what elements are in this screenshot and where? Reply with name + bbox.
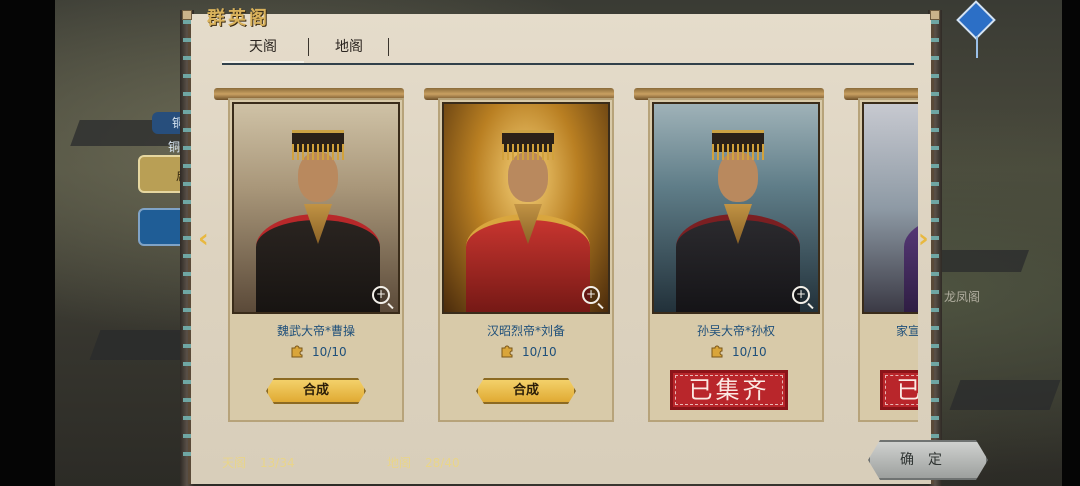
magnifier-plus-icon[interactable]: + <box>372 286 390 304</box>
fragment-progress: 10/10 <box>522 345 557 359</box>
portrait-crown-beads <box>712 144 764 160</box>
puzzle-piece-icon <box>711 345 723 358</box>
hero-card[interactable]: 家宣 已 <box>844 86 918 424</box>
collected-stamp: 已集齐 <box>670 370 788 410</box>
card-frame: + 魏武大帝*曹操 10/10 合成 <box>228 98 404 422</box>
hero-name: 魏武大帝*曹操 <box>276 324 355 338</box>
hero-card-list: + 魏武大帝*曹操 10/10 合成 + 汉昭烈帝*刘备 10/10 合成 + … <box>214 86 918 426</box>
hero-name: 孙吴大帝*孙权 <box>696 324 775 338</box>
hero-portrait[interactable]: + <box>652 102 820 314</box>
magnifier-plus-icon[interactable]: + <box>582 286 600 304</box>
tab-tiange[interactable]: 天阁 <box>222 34 304 64</box>
tab-underline <box>222 63 914 65</box>
fragment-progress: 10/10 <box>312 345 347 359</box>
card-frame: + 孙吴大帝*孙权 10/10 已集齐 <box>648 98 824 422</box>
hero-portrait[interactable]: + <box>442 102 610 314</box>
fragment-progress: 10/10 <box>732 345 767 359</box>
scroll-rod-decoration <box>183 20 191 470</box>
background-roof <box>949 380 1061 410</box>
kite-tail <box>976 36 978 58</box>
panel-title: 群英阁 <box>207 8 270 29</box>
chevron-left-icon[interactable]: ‹ <box>198 226 212 254</box>
card-frame: + 汉昭烈帝*刘备 10/10 合成 <box>438 98 614 422</box>
hero-portrait[interactable] <box>862 102 918 314</box>
hero-name: 汉昭烈帝*刘备 <box>486 324 565 338</box>
collected-stamp: 已 <box>880 370 918 410</box>
scroll-rod-cap <box>182 10 192 20</box>
chevron-right-icon[interactable]: › <box>918 226 932 254</box>
tab-dige[interactable]: 地阁 <box>314 34 384 64</box>
magnifier-plus-icon[interactable]: + <box>792 286 810 304</box>
merge-button[interactable]: 合成 <box>476 378 576 404</box>
card-frame: 家宣 已 <box>858 98 918 422</box>
confirm-button[interactable]: 确定 <box>868 440 988 480</box>
hero-card[interactable]: + 汉昭烈帝*刘备 10/10 合成 <box>424 86 614 424</box>
dige-progress: 地阁 28/40 <box>387 454 460 471</box>
location-label: 龙凤阁 <box>944 290 981 304</box>
portrait-crown-beads <box>292 144 344 160</box>
tab-separator <box>388 38 389 56</box>
side-button-2-label: 铜 <box>168 140 181 154</box>
tiange-value: 13/34 <box>260 456 295 470</box>
hero-card[interactable]: + 孙吴大帝*孙权 10/10 已集齐 <box>634 86 824 424</box>
puzzle-piece-icon <box>501 345 513 358</box>
scroll-rod-cap <box>930 10 940 20</box>
tab-separator <box>308 38 309 56</box>
tab-bar: 天阁 地阁 <box>222 34 914 66</box>
dige-label: 地阁 <box>387 456 412 470</box>
hero-portrait[interactable]: + <box>232 102 400 314</box>
background-roof <box>930 250 1030 272</box>
right-letterbox <box>1062 0 1080 486</box>
tiange-label: 天阁 <box>222 456 247 470</box>
portrait-crown-beads <box>502 144 554 160</box>
left-letterbox <box>0 0 55 486</box>
merge-button[interactable]: 合成 <box>266 378 366 404</box>
hero-card[interactable]: + 魏武大帝*曹操 10/10 合成 <box>214 86 404 424</box>
hero-name: 家宣 <box>895 324 918 338</box>
puzzle-piece-icon <box>291 345 303 358</box>
tiange-progress: 天阁 13/34 <box>222 454 295 471</box>
dige-value: 28/40 <box>425 456 460 470</box>
scroll-rod-decoration <box>931 20 939 470</box>
